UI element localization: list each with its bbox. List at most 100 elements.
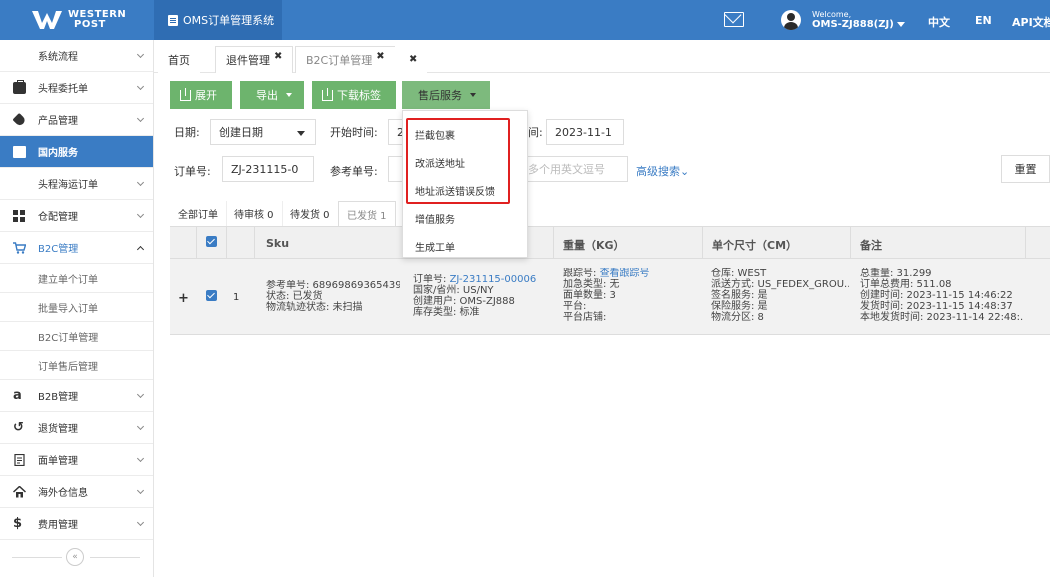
sidebar-item-warehouse[interactable]: 仓配管理 [0,200,153,232]
table-header: Sku 重量（KG） 单个尺寸（CM） 备注 [170,226,1050,260]
sidebar-item-returns[interactable]: ↺ 退货管理 [0,412,153,444]
sidebar-sub-after-sales[interactable]: 订单售后管理 [0,351,153,380]
briefcase-icon [13,80,26,94]
divider [1025,227,1026,260]
sidebar-item-system-flow[interactable]: 系统流程 [0,40,153,72]
language-en[interactable]: EN [975,14,992,27]
tab-label: 退件管理 [226,54,270,67]
divider [12,557,62,558]
grid-icon [13,210,26,222]
sidebar-sub-batch-import[interactable]: 批量导入订单 [0,293,153,322]
app-title-tab[interactable]: OMS订单管理系统 [154,0,282,40]
api-doc-link[interactable]: API文档 [1012,14,1050,30]
chevron-down-icon [136,114,145,123]
advanced-search-link[interactable]: 高级搜索⌄ [636,163,689,179]
caret-down-icon [286,93,292,97]
sidebar-item-products[interactable]: 产品管理 [0,104,153,136]
sidebar-item-labels[interactable]: 面单管理 [0,444,153,476]
user-menu[interactable]: OMS-ZJ888(ZJ) [812,19,905,30]
after-sales-button[interactable]: 售后服务 [402,81,490,109]
mail-icon[interactable] [724,12,744,27]
sidebar-item-label: 产品管理 [38,116,78,127]
close-icon[interactable]: ✖ [409,54,417,65]
order-no-label: 订单号: [174,165,211,178]
status-tab-shipped[interactable]: 已发货 1 [338,201,396,226]
status-tab-pending-shipment[interactable]: 待发货 0 [282,201,339,226]
tracking-no-input[interactable]: 多个用英文逗号 [520,156,628,182]
document-icon [168,14,178,26]
date-type-select[interactable]: 创建日期 [210,119,316,145]
sidebar-item-b2b[interactable]: a B2B管理 [0,380,153,412]
order-no-link[interactable]: ZJ-231115-00006 [450,274,537,285]
logo-line2: POST [74,19,106,30]
divider [196,227,197,260]
language-zh[interactable]: 中文 [928,14,950,30]
reset-button[interactable]: 重置 [1001,155,1050,183]
user-avatar-icon[interactable] [781,10,801,30]
export-button[interactable]: 导出 [240,81,304,109]
zone-text: 物流分区: 8 [711,312,764,323]
amazon-icon: a [13,388,22,403]
close-icon[interactable]: ✖ [274,51,282,62]
menu-item-value-added-service[interactable]: 增值服务 [415,211,455,226]
status-tab-pending-review[interactable]: 待审核 0 [226,201,283,226]
order-no-input[interactable]: ZJ-231115-0 [222,156,314,182]
sidebar-item-headhaul-order[interactable]: 头程委托单 [0,72,153,104]
caret-down-icon [896,21,905,27]
tab-label: 首页 [168,53,190,67]
expand-button[interactable]: 展开 [170,81,232,109]
sku-cell: 参考单号: 68969869365439... 状态: 已发货 物流轨迹状态: … [266,280,400,313]
download-label-text: 下载标签 [337,89,381,102]
expand-row-icon[interactable]: + [178,291,189,306]
size-cell: 仓库: WEST 派送方式: US_FEDEX_GROU... 签名服务: 是 … [711,268,849,323]
collapse-sidebar-button[interactable]: « [66,548,84,566]
divider [254,227,255,260]
home-icon [13,486,26,498]
divider [702,227,703,260]
cart-icon [13,242,26,254]
sidebar-item-fees[interactable]: $ 费用管理 [0,508,153,540]
warehouse-text: 仓库: WEST [711,268,767,279]
divider [226,227,227,260]
dollar-icon: $ [13,516,23,531]
download-icon [322,87,333,101]
menu-item-create-ticket[interactable]: 生成工单 [415,239,455,254]
chevron-down-icon [136,486,145,495]
sidebar-sub-b2c-orders[interactable]: B2C订单管理 [0,322,153,351]
tab-returns[interactable]: 退件管理 ✖ [215,46,294,73]
stock-type-text: 库存类型: 标准 [413,307,480,318]
status-tab-all[interactable]: 全部订单 [170,201,227,226]
caret-down-icon [470,93,476,97]
sidebar-item-b2c[interactable]: B2C管理 [0,232,153,264]
sidebar-item-label: 海外仓信息 [38,488,88,499]
divider [850,227,851,260]
end-time-input[interactable]: 2023-11-1 [546,119,624,145]
user-name: OMS-ZJ888(ZJ) [812,19,894,30]
tab-close-all[interactable]: ✖ [395,46,428,73]
sidebar-item-label: 费用管理 [38,520,78,531]
logo[interactable]: WESTERN POST [0,0,154,40]
sidebar-item-domestic-service[interactable]: 国内服务 [0,136,153,168]
close-icon[interactable]: ✖ [376,51,384,62]
tab-b2c-orders[interactable]: B2C订单管理 ✖ [295,46,396,73]
sidebar-item-label: B2B管理 [38,392,79,403]
view-tracking-link[interactable]: 查看跟踪号 [600,268,650,279]
sidebar-item-overseas-warehouse[interactable]: 海外仓信息 [0,476,153,508]
chevron-down-icon: ⌄ [680,165,690,178]
chevron-down-icon [136,178,145,187]
column-header-sku: Sku [266,237,290,250]
select-all-checkbox[interactable] [206,236,217,247]
download-label-button[interactable]: 下载标签 [312,81,396,109]
remark-cell: 总重量: 31.299 订单总费用: 511.08 创建时间: 2023-11-… [860,268,1024,323]
sidebar-item-sea-freight[interactable]: 头程海运订单 [0,168,153,200]
chevron-down-icon [136,50,145,59]
date-label: 日期: [174,126,200,139]
tracking-label: 跟踪号: [563,268,597,279]
ref-no-label: 参考单号: [330,165,378,178]
tab-home[interactable]: 首页 [158,46,200,73]
row-checkbox[interactable] [206,290,217,301]
country-text: 国家/省州: US/NY [413,285,494,296]
sidebar-sub-create-order[interactable]: 建立单个订单 [0,264,153,293]
ref-no-text: 参考单号: 68969869365439... [266,280,400,291]
end-time-label: 间: [528,126,543,139]
